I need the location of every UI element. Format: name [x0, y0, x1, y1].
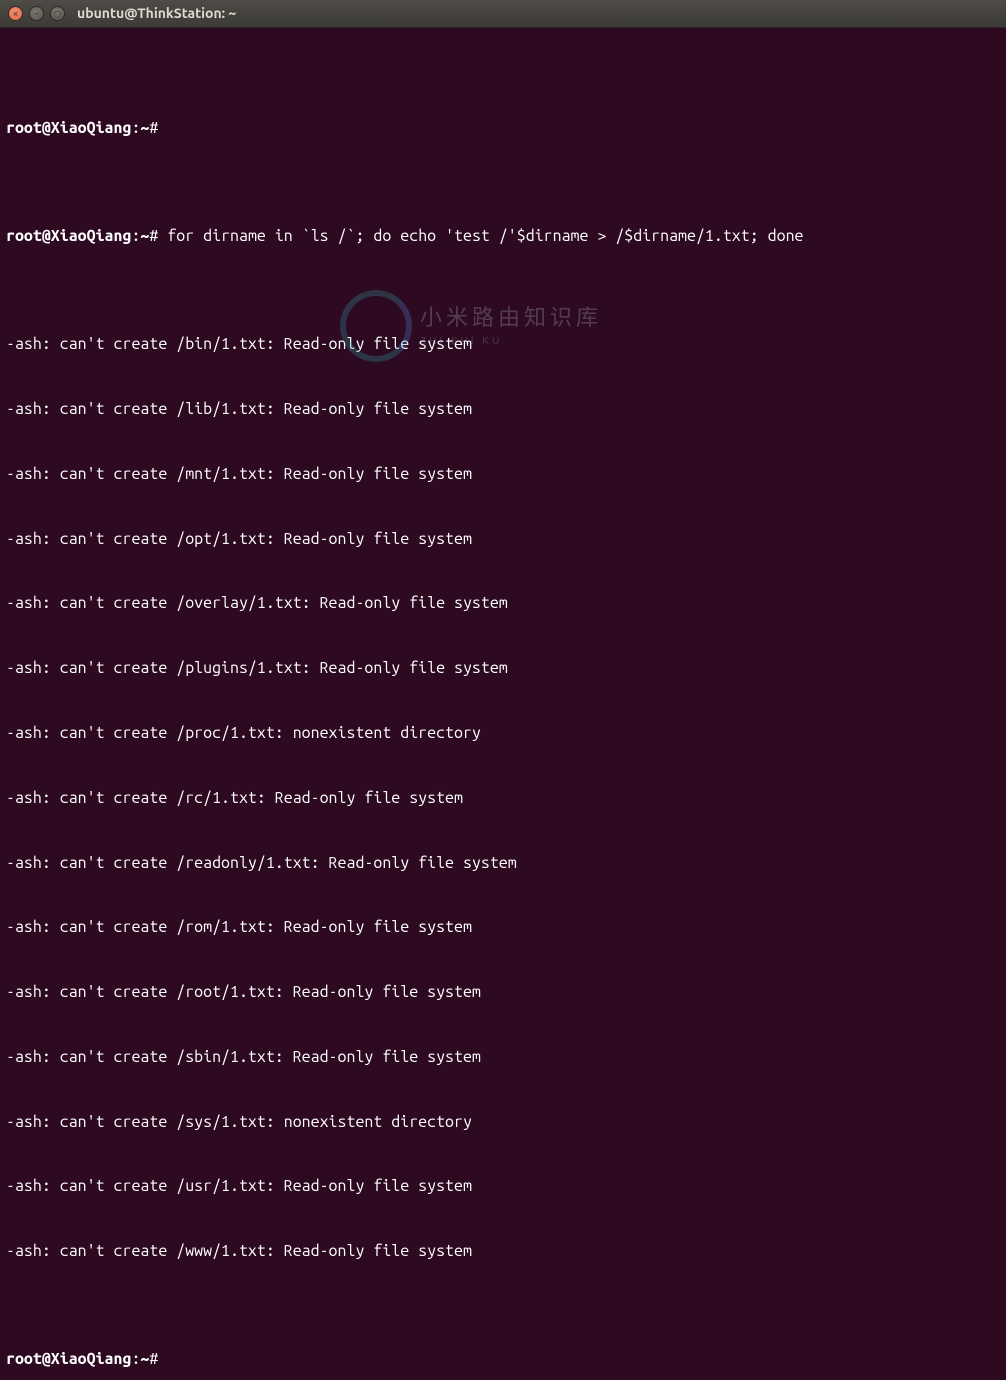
close-button[interactable]: × — [8, 6, 23, 21]
minimize-button[interactable]: – — [29, 6, 44, 21]
window-title: ubuntu@ThinkStation: ~ — [77, 4, 236, 23]
prompt-end: # — [149, 227, 158, 245]
prompt-user: root@XiaoQiang — [6, 1350, 131, 1368]
window-titlebar: × – ▢ ubuntu@ThinkStation: ~ — [0, 0, 1006, 28]
prompt-line: root@XiaoQiang:~# — [6, 118, 1000, 140]
output-line: -ash: can't create /sbin/1.txt: Read-onl… — [6, 1047, 1000, 1069]
output-line: -ash: can't create /root/1.txt: Read-onl… — [6, 982, 1000, 1004]
prompt-user: root@XiaoQiang — [6, 119, 131, 137]
prompt-end: # — [149, 1350, 158, 1368]
output-line: -ash: can't create /mnt/1.txt: Read-only… — [6, 464, 1000, 486]
output-line: -ash: can't create /lib/1.txt: Read-only… — [6, 399, 1000, 421]
output-line: -ash: can't create /readonly/1.txt: Read… — [6, 853, 1000, 875]
command-text: for dirname in `ls /`; do echo 'test /'$… — [167, 227, 803, 245]
output-line: -ash: can't create /overlay/1.txt: Read-… — [6, 593, 1000, 615]
terminal-viewport[interactable]: root@XiaoQiang:~# root@XiaoQiang:~# for … — [0, 28, 1006, 1380]
prompt-end: # — [149, 119, 158, 137]
maximize-button[interactable]: ▢ — [50, 6, 65, 21]
output-line: -ash: can't create /usr/1.txt: Read-only… — [6, 1176, 1000, 1198]
output-line: -ash: can't create /bin/1.txt: Read-only… — [6, 334, 1000, 356]
output-line: -ash: can't create /rc/1.txt: Read-only … — [6, 788, 1000, 810]
window-controls: × – ▢ — [8, 6, 65, 21]
output-line: -ash: can't create /opt/1.txt: Read-only… — [6, 529, 1000, 551]
prompt-line: root@XiaoQiang:~# — [6, 1349, 1000, 1371]
output-line: -ash: can't create /rom/1.txt: Read-only… — [6, 917, 1000, 939]
output-line: -ash: can't create /www/1.txt: Read-only… — [6, 1241, 1000, 1263]
prompt-sep: : — [131, 1350, 140, 1368]
output-line: -ash: can't create /proc/1.txt: nonexist… — [6, 723, 1000, 745]
output-line: -ash: can't create /sys/1.txt: nonexiste… — [6, 1112, 1000, 1134]
command-line: root@XiaoQiang:~# for dirname in `ls /`;… — [6, 226, 1000, 248]
output-line: -ash: can't create /plugins/1.txt: Read-… — [6, 658, 1000, 680]
prompt-user: root@XiaoQiang — [6, 227, 131, 245]
prompt-path: ~ — [140, 1350, 149, 1368]
